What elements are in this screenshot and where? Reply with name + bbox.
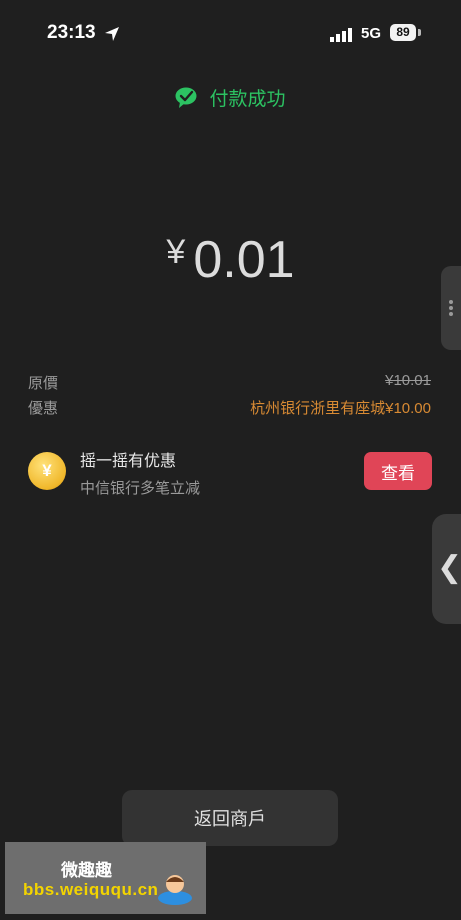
original-price-label: 原價 (28, 375, 59, 392)
cartoon-figure-icon (158, 875, 192, 905)
promo-title: 摇一摇有优惠 (80, 453, 177, 470)
original-price-value: ¥10.01 (385, 372, 431, 389)
battery-tip (418, 29, 421, 36)
watermark-url: bbs.weiququ.cn (23, 880, 159, 899)
payment-success-header: 付款成功 (0, 84, 461, 115)
coin-icon: ¥ (28, 452, 66, 490)
signal-bars-icon (330, 28, 352, 42)
success-text: 付款成功 (209, 89, 286, 110)
status-time: 23:13 (47, 22, 96, 43)
discount-value: 杭州银行浙里有座城¥10.00 (250, 400, 431, 417)
side-back-handle[interactable]: ❮ (432, 514, 461, 624)
wechat-pay-icon (175, 87, 197, 108)
promo-subtitle: 中信银行多笔立减 (80, 480, 201, 497)
battery-icon: 89 (390, 24, 416, 41)
location-arrow-icon (105, 27, 119, 41)
currency-symbol: ¥ (166, 233, 186, 271)
network-type: 5G (361, 25, 382, 42)
status-bar: 23:13 5G 89 (0, 0, 461, 68)
watermark: 微趣趣 bbs.weiququ.cn (5, 842, 206, 914)
payment-amount: ¥0.01 (0, 230, 461, 290)
watermark-title: 微趣趣 (61, 861, 112, 880)
view-promo-button[interactable]: 查看 (364, 452, 432, 490)
discount-label: 優惠 (28, 400, 59, 417)
chevron-left-icon: ❮ (437, 551, 461, 584)
return-to-merchant-button[interactable]: 返回商戶 (122, 790, 338, 846)
side-drawer-handle[interactable] (441, 266, 461, 350)
amount-value: 0.01 (193, 231, 295, 289)
